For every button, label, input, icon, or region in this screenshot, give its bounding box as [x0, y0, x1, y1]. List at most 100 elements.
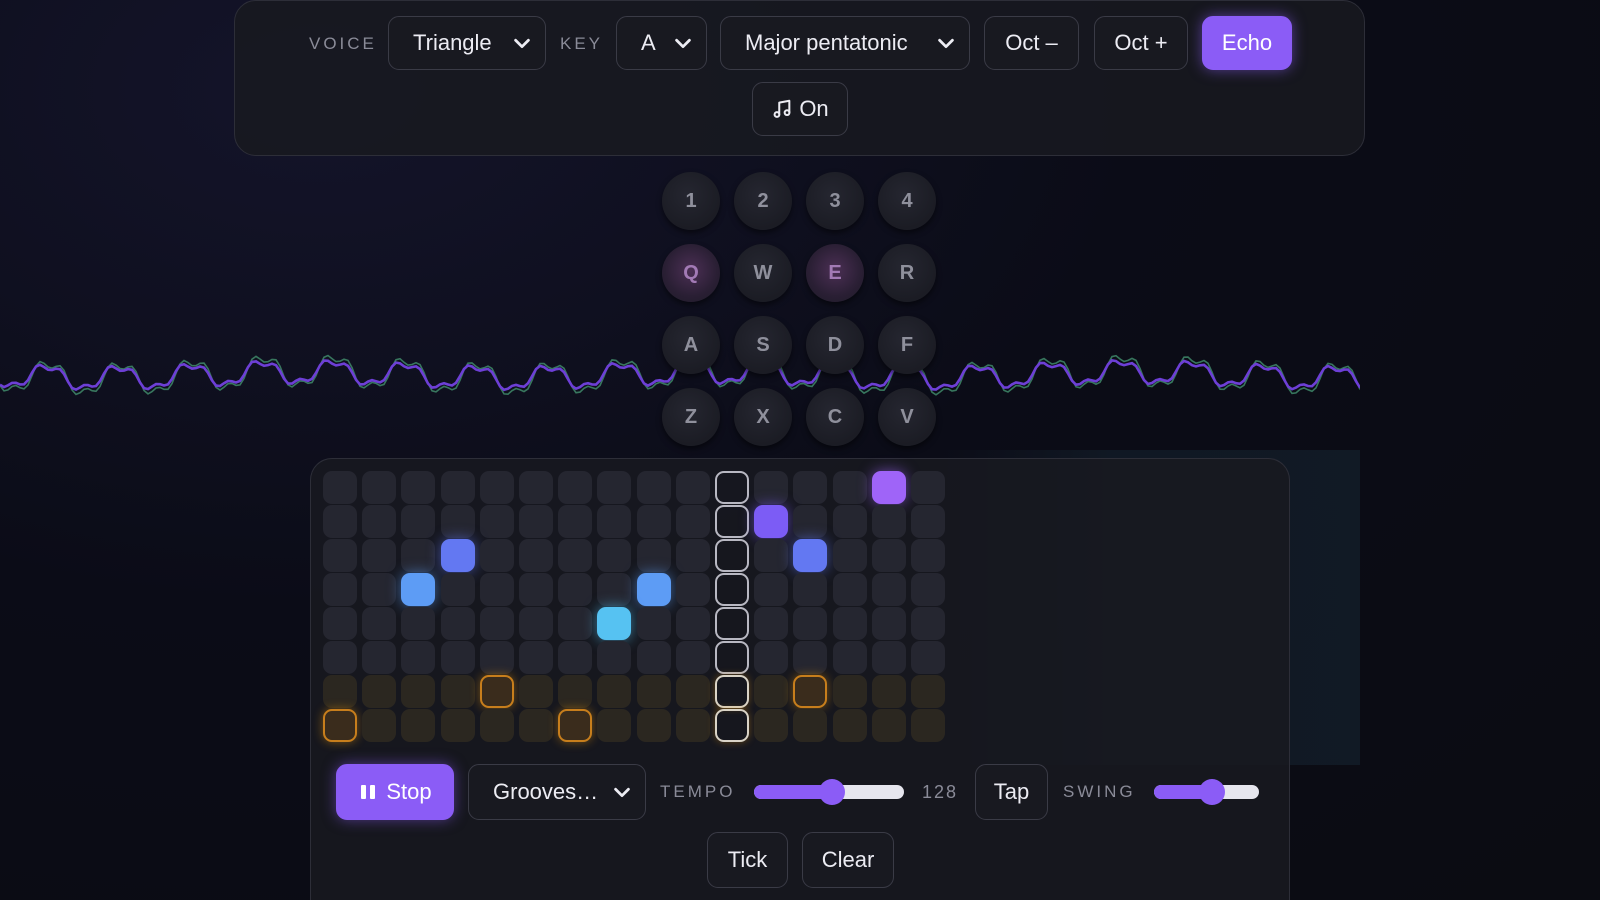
- sequencer-cell[interactable]: [597, 573, 632, 606]
- sequencer-cell[interactable]: [362, 573, 397, 606]
- sequencer-cell-active[interactable]: [558, 709, 593, 742]
- sequencer-cell[interactable]: [675, 505, 710, 538]
- sequencer-cell[interactable]: [793, 607, 828, 640]
- sequencer-cell[interactable]: [558, 471, 593, 504]
- sequencer-cell[interactable]: [519, 471, 553, 504]
- sequencer-cell[interactable]: [558, 539, 593, 572]
- sequencer-cell-playhead[interactable]: [715, 573, 749, 606]
- sequencer-cell[interactable]: [558, 607, 593, 640]
- sequencer-cell[interactable]: [519, 709, 553, 742]
- octave-down-button[interactable]: Oct –: [984, 16, 1079, 70]
- sequencer-cell[interactable]: [558, 641, 593, 674]
- key-z[interactable]: Z: [662, 388, 720, 446]
- sequencer-cell[interactable]: [597, 505, 632, 538]
- sequencer-cell[interactable]: [636, 709, 671, 742]
- sequencer-cell[interactable]: [440, 573, 475, 606]
- sequencer-cell[interactable]: [754, 471, 789, 504]
- sequencer-cell[interactable]: [832, 675, 867, 708]
- sequencer-cell[interactable]: [479, 641, 514, 674]
- sequencer-cell[interactable]: [754, 607, 789, 640]
- sequencer-cell[interactable]: [401, 709, 436, 742]
- sequencer-cell[interactable]: [832, 607, 867, 640]
- sequencer-cell[interactable]: [911, 471, 945, 504]
- sequencer-cell[interactable]: [871, 505, 906, 538]
- sound-toggle-button[interactable]: On: [752, 82, 848, 136]
- key-a[interactable]: A: [662, 316, 720, 374]
- sequencer-cell[interactable]: [597, 471, 632, 504]
- sequencer-cell[interactable]: [871, 607, 906, 640]
- sequencer-cell[interactable]: [793, 505, 828, 538]
- sequencer-cell[interactable]: [832, 709, 867, 742]
- sequencer-cell[interactable]: [911, 641, 945, 674]
- swing-slider-thumb[interactable]: [1198, 779, 1225, 805]
- sequencer-cell[interactable]: [519, 641, 553, 674]
- sequencer-cell[interactable]: [675, 709, 710, 742]
- sequencer-cell[interactable]: [401, 539, 436, 572]
- sequencer-cell[interactable]: [597, 641, 632, 674]
- sequencer-cell[interactable]: [754, 573, 789, 606]
- sequencer-cell[interactable]: [519, 607, 553, 640]
- sequencer-cell[interactable]: [323, 505, 357, 538]
- sequencer-cell[interactable]: [479, 539, 514, 572]
- sequencer-cell[interactable]: [323, 641, 357, 674]
- sequencer-cell[interactable]: [519, 573, 553, 606]
- sequencer-cell-active[interactable]: [793, 539, 828, 572]
- sequencer-cell[interactable]: [636, 675, 671, 708]
- sequencer-cell[interactable]: [754, 675, 789, 708]
- sequencer-cell-active[interactable]: [479, 675, 514, 708]
- sequencer-cell[interactable]: [440, 505, 475, 538]
- sequencer-cell[interactable]: [323, 675, 357, 708]
- key-e[interactable]: E: [806, 244, 864, 302]
- sequencer-cell[interactable]: [832, 573, 867, 606]
- echo-toggle-button[interactable]: Echo: [1202, 16, 1292, 70]
- sequencer-cell-playhead[interactable]: [715, 505, 749, 538]
- octave-up-button[interactable]: Oct +: [1094, 16, 1188, 70]
- sequencer-cell[interactable]: [401, 607, 436, 640]
- sequencer-cell[interactable]: [754, 641, 789, 674]
- sequencer-cell-active[interactable]: [871, 471, 906, 504]
- sequencer-cell[interactable]: [832, 641, 867, 674]
- sequencer-cell-active[interactable]: [754, 505, 789, 538]
- sequencer-cell[interactable]: [440, 607, 475, 640]
- sequencer-cell[interactable]: [871, 539, 906, 572]
- sequencer-cell[interactable]: [911, 505, 945, 538]
- tempo-slider-thumb[interactable]: [819, 779, 845, 805]
- sequencer-cell-playhead[interactable]: [715, 607, 749, 640]
- sequencer-cell[interactable]: [636, 539, 671, 572]
- sequencer-cell[interactable]: [675, 641, 710, 674]
- metronome-tick-button[interactable]: Tick: [707, 832, 788, 888]
- sequencer-cell[interactable]: [479, 505, 514, 538]
- scale-select[interactable]: Major pentatonic: [720, 16, 970, 70]
- key-3[interactable]: 3: [806, 172, 864, 230]
- key-q[interactable]: Q: [662, 244, 720, 302]
- sequencer-cell-active[interactable]: [597, 607, 632, 640]
- tap-tempo-button[interactable]: Tap: [975, 764, 1048, 820]
- sequencer-cell[interactable]: [362, 539, 397, 572]
- key-c[interactable]: C: [806, 388, 864, 446]
- clear-button[interactable]: Clear: [802, 832, 894, 888]
- sequencer-cell[interactable]: [793, 471, 828, 504]
- sequencer-cell[interactable]: [871, 675, 906, 708]
- sequencer-cell[interactable]: [362, 505, 397, 538]
- sequencer-cell-playhead[interactable]: [715, 709, 749, 742]
- sequencer-cell[interactable]: [362, 709, 397, 742]
- sequencer-cell[interactable]: [675, 675, 710, 708]
- sequencer-cell[interactable]: [636, 607, 671, 640]
- sequencer-cell[interactable]: [871, 573, 906, 606]
- sequencer-cell[interactable]: [911, 573, 945, 606]
- sequencer-cell[interactable]: [401, 675, 436, 708]
- sequencer-cell[interactable]: [558, 573, 593, 606]
- sequencer-cell[interactable]: [519, 505, 553, 538]
- sequencer-cell[interactable]: [871, 709, 906, 742]
- key-1[interactable]: 1: [662, 172, 720, 230]
- sequencer-cell[interactable]: [558, 675, 593, 708]
- sequencer-cell-active[interactable]: [636, 573, 671, 606]
- sequencer-cell[interactable]: [479, 573, 514, 606]
- sequencer-cell[interactable]: [479, 709, 514, 742]
- sequencer-cell[interactable]: [362, 471, 397, 504]
- key-v[interactable]: V: [878, 388, 936, 446]
- sequencer-cell[interactable]: [911, 675, 945, 708]
- sequencer-cell[interactable]: [401, 505, 436, 538]
- sequencer-cell[interactable]: [636, 505, 671, 538]
- sequencer-cell[interactable]: [440, 709, 475, 742]
